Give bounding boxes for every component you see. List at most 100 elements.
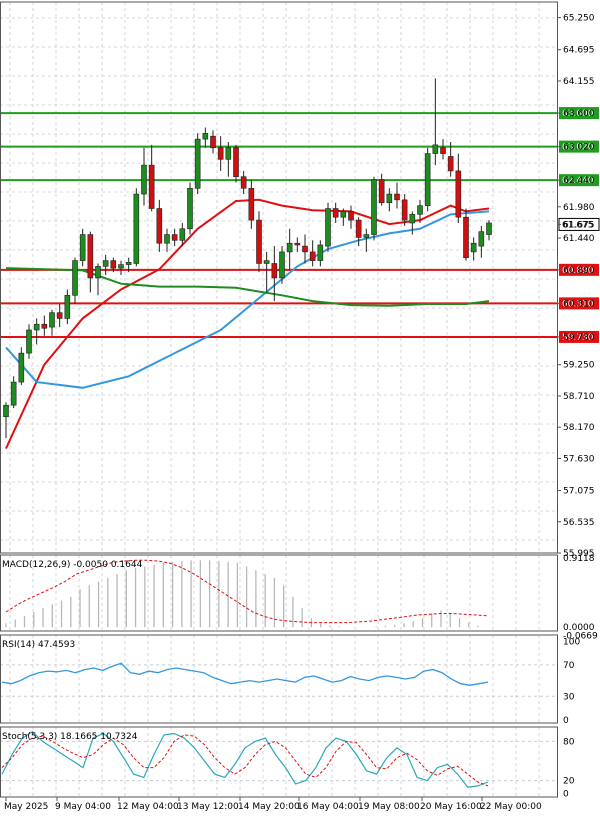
candle-up [409, 214, 416, 224]
candle-down [463, 216, 469, 258]
price-axis-label: 61.675 [563, 220, 595, 230]
rsi-label: RSI(14) 47.4593 [2, 640, 75, 650]
macd-axis-label: 0.9118 [563, 554, 595, 564]
candle-up [470, 242, 477, 253]
price-axis-label: 63.020 [563, 143, 595, 153]
price-axis-label: 57.630 [563, 454, 595, 464]
candle-up [164, 234, 170, 244]
candle-up [202, 133, 209, 140]
candle-down [348, 211, 354, 221]
candle-up [486, 222, 492, 235]
candle-down [447, 156, 454, 172]
chart-canvas: 63.600 63.020 62.440 60.890 60.310 59.730 61.6… [0, 0, 600, 817]
candle-down [309, 251, 316, 261]
candle-up [3, 404, 9, 418]
time-axis-label: 16 May 04:00 [297, 802, 359, 812]
candle-up [33, 323, 40, 331]
rsi-axis-label: 70 [563, 661, 575, 671]
candle-up [386, 193, 393, 204]
candle-down [332, 208, 339, 218]
price-axis-label: 64.695 [563, 46, 595, 56]
candle-down [355, 219, 362, 238]
stoch-axis-label: 0 [563, 790, 569, 800]
price-axis-label: 62.440 [563, 176, 595, 186]
rsi-axis-label: 0 [563, 716, 569, 726]
candle-up [95, 266, 101, 279]
candle-down [394, 193, 400, 201]
candle-down [87, 234, 94, 279]
price-axis-label: 56.535 [563, 518, 595, 528]
candle-up [133, 193, 140, 264]
time-axis-label: 20 May 16:00 [420, 802, 482, 812]
price-axis-label: 61.980 [563, 203, 595, 213]
candle-down [455, 170, 462, 218]
time-axis-label: 14 May 20:00 [238, 802, 300, 812]
price-axis-label: 63.600 [563, 109, 595, 119]
candle-down [240, 176, 247, 189]
price-axis-label: 65.250 [563, 14, 595, 24]
price-axis-label: 60.890 [563, 266, 595, 276]
candle-up [325, 208, 331, 247]
candle-up [64, 294, 71, 319]
candle-down [156, 208, 163, 244]
candle-up [478, 231, 485, 247]
candle-up [371, 179, 377, 235]
candle-up [194, 138, 201, 189]
candle-up [26, 329, 32, 354]
candle-down [401, 199, 408, 221]
candle-up [424, 153, 431, 206]
candle-down [171, 234, 178, 241]
candle-down [210, 135, 216, 149]
candle-up [340, 211, 347, 218]
stoch-axis-label: 80 [563, 737, 575, 747]
chart-window: 63.600 63.020 62.440 60.890 60.310 59.730 61.6… [0, 0, 600, 817]
rsi-axis-label: 100 [563, 637, 580, 647]
candle-up [125, 262, 132, 265]
candle-up [286, 242, 293, 253]
candle-up [279, 251, 285, 279]
time-axis-label: 12 May 04:00 [117, 802, 179, 812]
candle-up [179, 228, 186, 241]
candle-down [248, 187, 255, 221]
price-axis-label: 57.075 [563, 487, 595, 497]
time-axis-label: May 2025 [4, 802, 48, 812]
price-axis-label: 59.250 [563, 361, 595, 371]
candle-down [217, 147, 224, 160]
candle-down [110, 260, 117, 269]
price-axis-label: 58.710 [563, 392, 595, 402]
candle-down [56, 312, 63, 319]
candle-up [417, 205, 423, 215]
candle-up [79, 234, 86, 261]
candle-up [363, 234, 370, 238]
stochastic-label: Stoch(5,3,3) 18.1665 10.7324 [2, 732, 138, 742]
candle-down [440, 147, 446, 154]
candle-up [225, 147, 232, 160]
candle-down [256, 219, 262, 264]
price-axis-label: 59.730 [563, 333, 595, 343]
candle-up [10, 381, 17, 406]
price-axis-label: 58.170 [563, 423, 595, 433]
price-axis-label: 64.155 [563, 77, 595, 87]
candle-down [302, 245, 308, 253]
candle-up [72, 260, 78, 296]
rsi-axis-label: 30 [563, 692, 575, 702]
candle-up [187, 187, 193, 230]
price-axis-label: 61.440 [563, 234, 595, 244]
candle-up [141, 164, 147, 195]
candle-up [118, 264, 124, 269]
candle-up [102, 260, 109, 267]
candle-up [49, 312, 55, 328]
macd-label: MACD(12,26,9) -0.0050 0.1644 [2, 560, 143, 570]
candle-down [233, 147, 239, 178]
candle-up [317, 244, 324, 261]
price-axis-label: 60.310 [563, 299, 595, 309]
candle-down [294, 242, 301, 246]
candle-down [271, 263, 278, 279]
time-axis-label: 19 May 08:00 [358, 802, 420, 812]
candle-down [378, 179, 385, 204]
candle-up [432, 144, 439, 154]
time-axis-label: 13 May 12:00 [177, 802, 239, 812]
candle-down [148, 164, 155, 209]
candle-up [18, 352, 25, 383]
time-axis-label: 22 May 00:00 [480, 802, 542, 812]
